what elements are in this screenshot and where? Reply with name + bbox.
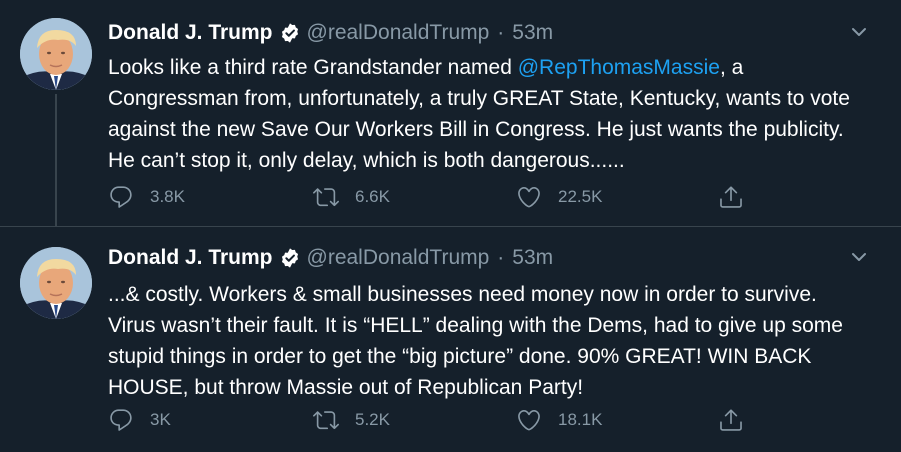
verified-badge-icon xyxy=(279,22,301,44)
avatar[interactable] xyxy=(20,18,92,90)
share-button[interactable] xyxy=(718,403,760,437)
like-button[interactable]: 18.1K xyxy=(516,403,602,437)
tweet[interactable]: Donald J. Trump @realDonaldTrump · 53m L… xyxy=(0,0,901,229)
retweet-icon xyxy=(313,411,339,430)
avatar-image xyxy=(20,247,92,319)
tweet-text-start: Looks like a third rate Grandstander nam… xyxy=(108,56,518,79)
timestamp[interactable]: 53m xyxy=(512,246,553,270)
like-count: 18.1K xyxy=(558,410,603,429)
heart-icon xyxy=(518,186,540,208)
tweet-text: ...& costly. Workers & small businesses … xyxy=(108,283,843,399)
retweet-button[interactable]: 6.6K xyxy=(313,180,390,214)
retweet-button[interactable]: 5.2K xyxy=(313,403,390,437)
tweet-header: Donald J. Trump @realDonaldTrump · 53m xyxy=(108,243,841,273)
reply-button[interactable]: 3.8K xyxy=(108,180,185,214)
thread-connector xyxy=(55,94,57,229)
retweet-icon xyxy=(313,188,339,207)
tweet-actions: 3K 5.2K 18.1K xyxy=(108,403,768,437)
like-count: 22.5K xyxy=(558,187,603,206)
share-icon xyxy=(720,409,742,431)
verified-badge-icon xyxy=(279,247,301,269)
chevron-down-icon[interactable] xyxy=(849,247,869,267)
reply-icon xyxy=(110,186,132,208)
meta-separator: · xyxy=(497,246,505,269)
tweet-actions: 3.8K 6.6K 22.5K xyxy=(108,180,768,214)
tweet[interactable]: Donald J. Trump @realDonaldTrump · 53m .… xyxy=(0,226,901,452)
tweet-header: Donald J. Trump @realDonaldTrump · 53m xyxy=(108,18,841,48)
heart-icon xyxy=(518,409,540,431)
retweet-count: 6.6K xyxy=(355,187,390,206)
reply-button[interactable]: 3K xyxy=(108,403,171,437)
share-button[interactable] xyxy=(718,180,760,214)
reply-count: 3.8K xyxy=(150,187,185,206)
author-name[interactable]: Donald J. Trump xyxy=(108,21,273,45)
mention-link[interactable]: @RepThomasMassie xyxy=(518,56,720,79)
author-handle[interactable]: @realDonaldTrump xyxy=(307,21,490,45)
author-name[interactable]: Donald J. Trump xyxy=(108,246,273,270)
meta-separator: · xyxy=(497,21,505,44)
share-icon xyxy=(720,186,742,208)
avatar[interactable] xyxy=(20,247,92,319)
reply-count: 3K xyxy=(150,410,171,429)
chevron-down-icon[interactable] xyxy=(849,22,869,42)
author-handle[interactable]: @realDonaldTrump xyxy=(307,246,490,270)
timestamp[interactable]: 53m xyxy=(512,21,553,45)
avatar-image xyxy=(20,18,92,90)
reply-icon xyxy=(110,409,132,431)
retweet-count: 5.2K xyxy=(355,410,390,429)
tweet-text: Looks like a third rate Grandstander nam… xyxy=(108,52,868,176)
like-button[interactable]: 22.5K xyxy=(516,180,602,214)
